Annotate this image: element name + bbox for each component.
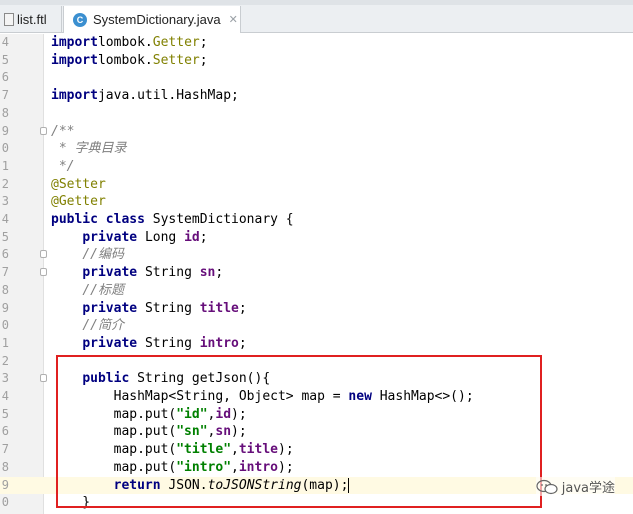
line-number: 3 — [1, 371, 9, 386]
code-line[interactable]: 9 private String title; — [0, 300, 633, 318]
line-number: 5 — [1, 52, 9, 67]
code-text: /** — [51, 123, 75, 139]
line-number: 7 — [1, 88, 9, 103]
line-number: 6 — [1, 424, 9, 439]
code-line[interactable]: 4 public class SystemDictionary { — [0, 211, 633, 229]
code-text: * 字典目录 — [51, 141, 127, 157]
file-icon — [4, 13, 14, 26]
highlight-box — [56, 355, 542, 508]
code-line[interactable]: 6 //编码 — [0, 246, 633, 264]
wechat-icon — [536, 479, 558, 494]
code-line[interactable]: 5 private Long id; — [0, 229, 633, 247]
code-text: */ — [51, 158, 75, 174]
code-text: public class SystemDictionary { — [51, 212, 294, 227]
code-text: //简介 — [82, 318, 124, 334]
code-text: importjava.util.HashMap; — [51, 88, 239, 104]
code-text: private String intro; — [82, 335, 247, 351]
code-text: @Setter — [51, 176, 106, 192]
code-line[interactable]: 6 — [0, 69, 633, 87]
code-text: importlombok.Setter; — [51, 52, 208, 68]
watermark-text: java学途 — [561, 481, 615, 496]
code-line[interactable]: 8 //标题 — [0, 282, 633, 300]
code-line[interactable]: 7 private String sn; — [0, 264, 633, 282]
line-number: 4 — [1, 35, 9, 49]
line-number: 8 — [1, 459, 9, 474]
code-line[interactable]: 4 importlombok.Getter; — [0, 34, 633, 52]
code-text: @Getter — [51, 194, 106, 210]
code-line[interactable]: 8 — [0, 105, 633, 123]
editor-tab-bar: list.ftl C SystemDictionary.java ✕ — [0, 0, 633, 33]
code-line[interactable]: 3 @Getter — [0, 193, 633, 211]
java-class-icon: C — [73, 12, 87, 27]
line-number: 4 — [1, 389, 9, 403]
line-number: 0 — [1, 141, 9, 156]
line-number: 4 — [1, 212, 9, 226]
line-number: 9 — [1, 477, 9, 492]
code-line[interactable]: 2 @Setter — [0, 176, 633, 194]
line-number: 5 — [1, 229, 9, 244]
code-text: private String sn; — [82, 265, 224, 281]
code-text: //编码 — [82, 247, 124, 263]
code-line[interactable]: 5 importlombok.Setter; — [0, 52, 633, 70]
line-number: 6 — [1, 70, 9, 85]
tab-list-ftl[interactable]: list.ftl — [0, 6, 62, 33]
fold-marker-icon[interactable] — [40, 268, 47, 277]
code-line[interactable]: 1 */ — [0, 158, 633, 176]
line-number: 0 — [1, 318, 9, 333]
line-number: 7 — [1, 265, 9, 280]
tab-strip-overflow — [0, 0, 633, 5]
code-text: private Long id; — [82, 229, 208, 245]
tab-label: list.ftl — [17, 12, 47, 27]
code-text: importlombok.Getter; — [51, 35, 208, 50]
line-number: 2 — [1, 176, 9, 191]
code-line[interactable]: 7 importjava.util.HashMap; — [0, 87, 633, 105]
line-number: 8 — [1, 282, 9, 297]
line-number: 9 — [1, 300, 9, 315]
fold-marker-icon[interactable] — [40, 374, 47, 383]
line-number: 1 — [1, 158, 9, 173]
code-line[interactable]: 9 /** — [0, 123, 633, 141]
line-number: 0 — [1, 495, 9, 510]
code-line[interactable]: 0 * 字典目录 — [0, 140, 633, 158]
line-number: 2 — [1, 353, 9, 368]
code-text: //标题 — [82, 282, 124, 298]
line-number: 5 — [1, 406, 9, 421]
watermark: java学途 — [535, 477, 615, 496]
tab-label: SystemDictionary.java — [93, 12, 221, 27]
line-number: 7 — [1, 442, 9, 457]
code-line[interactable]: 1 private String intro; — [0, 335, 633, 353]
tab-system-dictionary-java[interactable]: C SystemDictionary.java ✕ — [63, 6, 241, 33]
line-number: 8 — [1, 105, 9, 120]
fold-marker-icon[interactable] — [40, 126, 47, 135]
line-number: 6 — [1, 247, 9, 262]
fold-marker-icon[interactable] — [40, 250, 47, 259]
close-icon[interactable]: ✕ — [229, 13, 238, 26]
line-number: 9 — [1, 123, 9, 138]
code-line[interactable]: 0 //简介 — [0, 317, 633, 335]
line-number: 3 — [1, 194, 9, 209]
line-number: 1 — [1, 335, 9, 350]
code-text: private String title; — [82, 300, 247, 316]
